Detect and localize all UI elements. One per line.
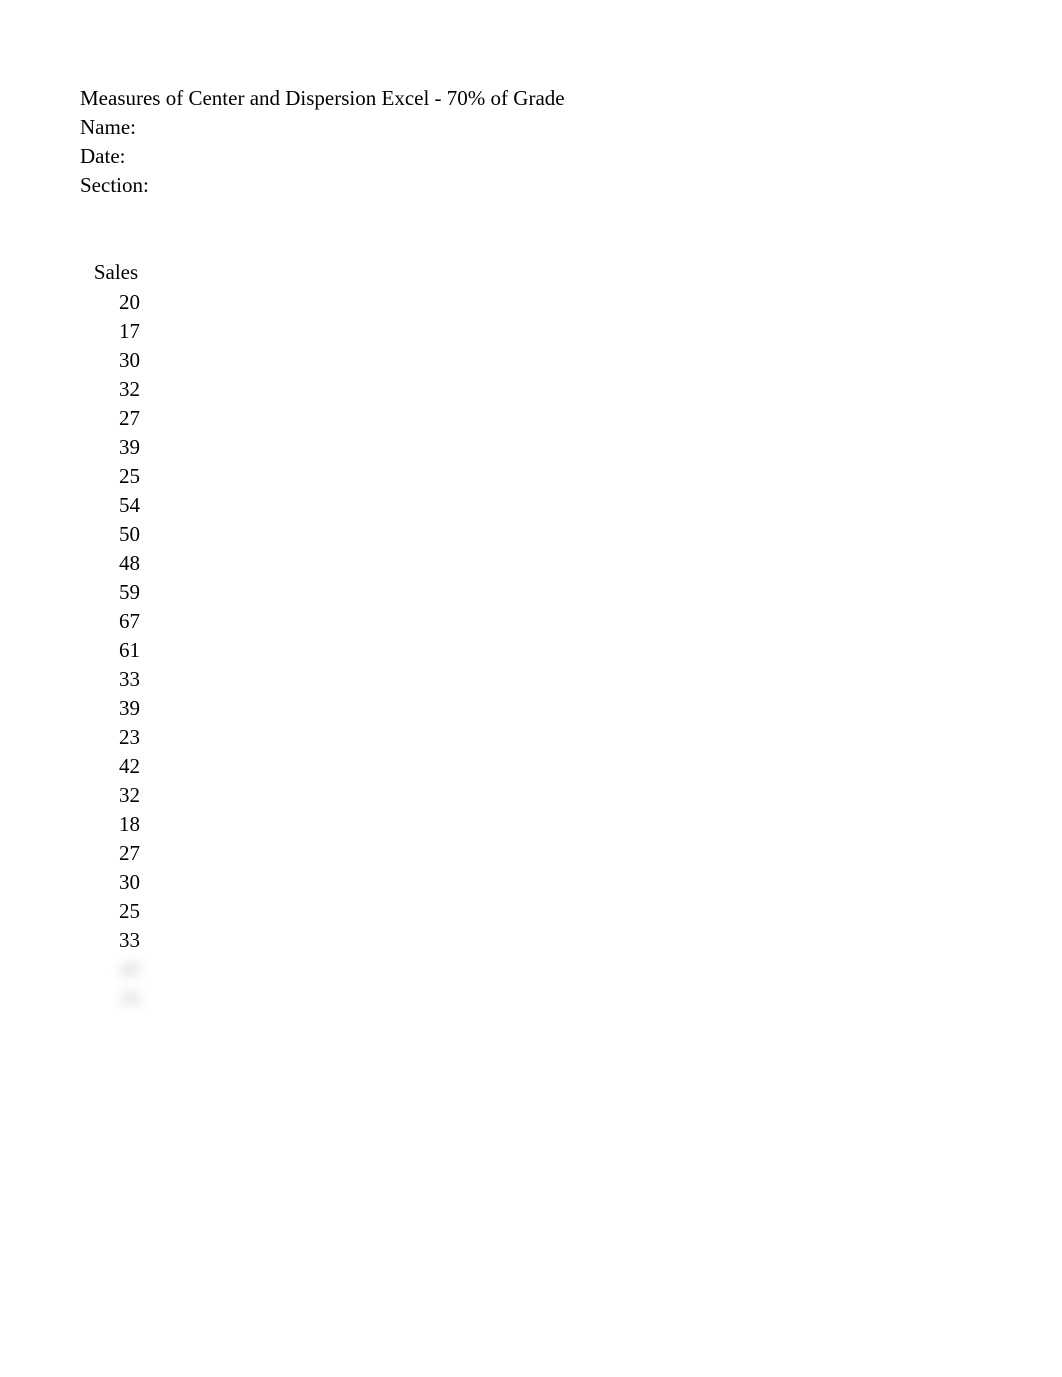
table-row: 54: [92, 491, 140, 520]
document-body: Measures of Center and Dispersion Excel …: [80, 84, 565, 1013]
table-row: 27: [92, 404, 140, 433]
table-row: 18: [92, 810, 140, 839]
date-field-label: Date:: [80, 142, 565, 171]
table-row-blurred: 36: [92, 984, 140, 1013]
table-row: 67: [92, 607, 140, 636]
table-row: 32: [92, 781, 140, 810]
table-row: 59: [92, 578, 140, 607]
table-row-blurred: 40: [92, 955, 140, 984]
table-row: 20: [92, 288, 140, 317]
table-row: 17: [92, 317, 140, 346]
table-row: 25: [92, 897, 140, 926]
table-row: 27: [92, 839, 140, 868]
column-header: Sales: [92, 258, 140, 288]
table-row: 39: [92, 694, 140, 723]
section-field-label: Section:: [80, 171, 565, 200]
table-row: 50: [92, 520, 140, 549]
table-row: 30: [92, 868, 140, 897]
sales-table: Sales 20 17 30 32 27 39 25 54 50 48 59 6…: [92, 258, 565, 1013]
table-row: 39: [92, 433, 140, 462]
table-row: 61: [92, 636, 140, 665]
page-title: Measures of Center and Dispersion Excel …: [80, 84, 565, 113]
table-row: 32: [92, 375, 140, 404]
table-row: 42: [92, 752, 140, 781]
table-row: 33: [92, 665, 140, 694]
name-field-label: Name:: [80, 113, 565, 142]
table-row: 30: [92, 346, 140, 375]
table-row: 25: [92, 462, 140, 491]
table-row: 23: [92, 723, 140, 752]
table-row: 48: [92, 549, 140, 578]
table-row: 33: [92, 926, 140, 955]
